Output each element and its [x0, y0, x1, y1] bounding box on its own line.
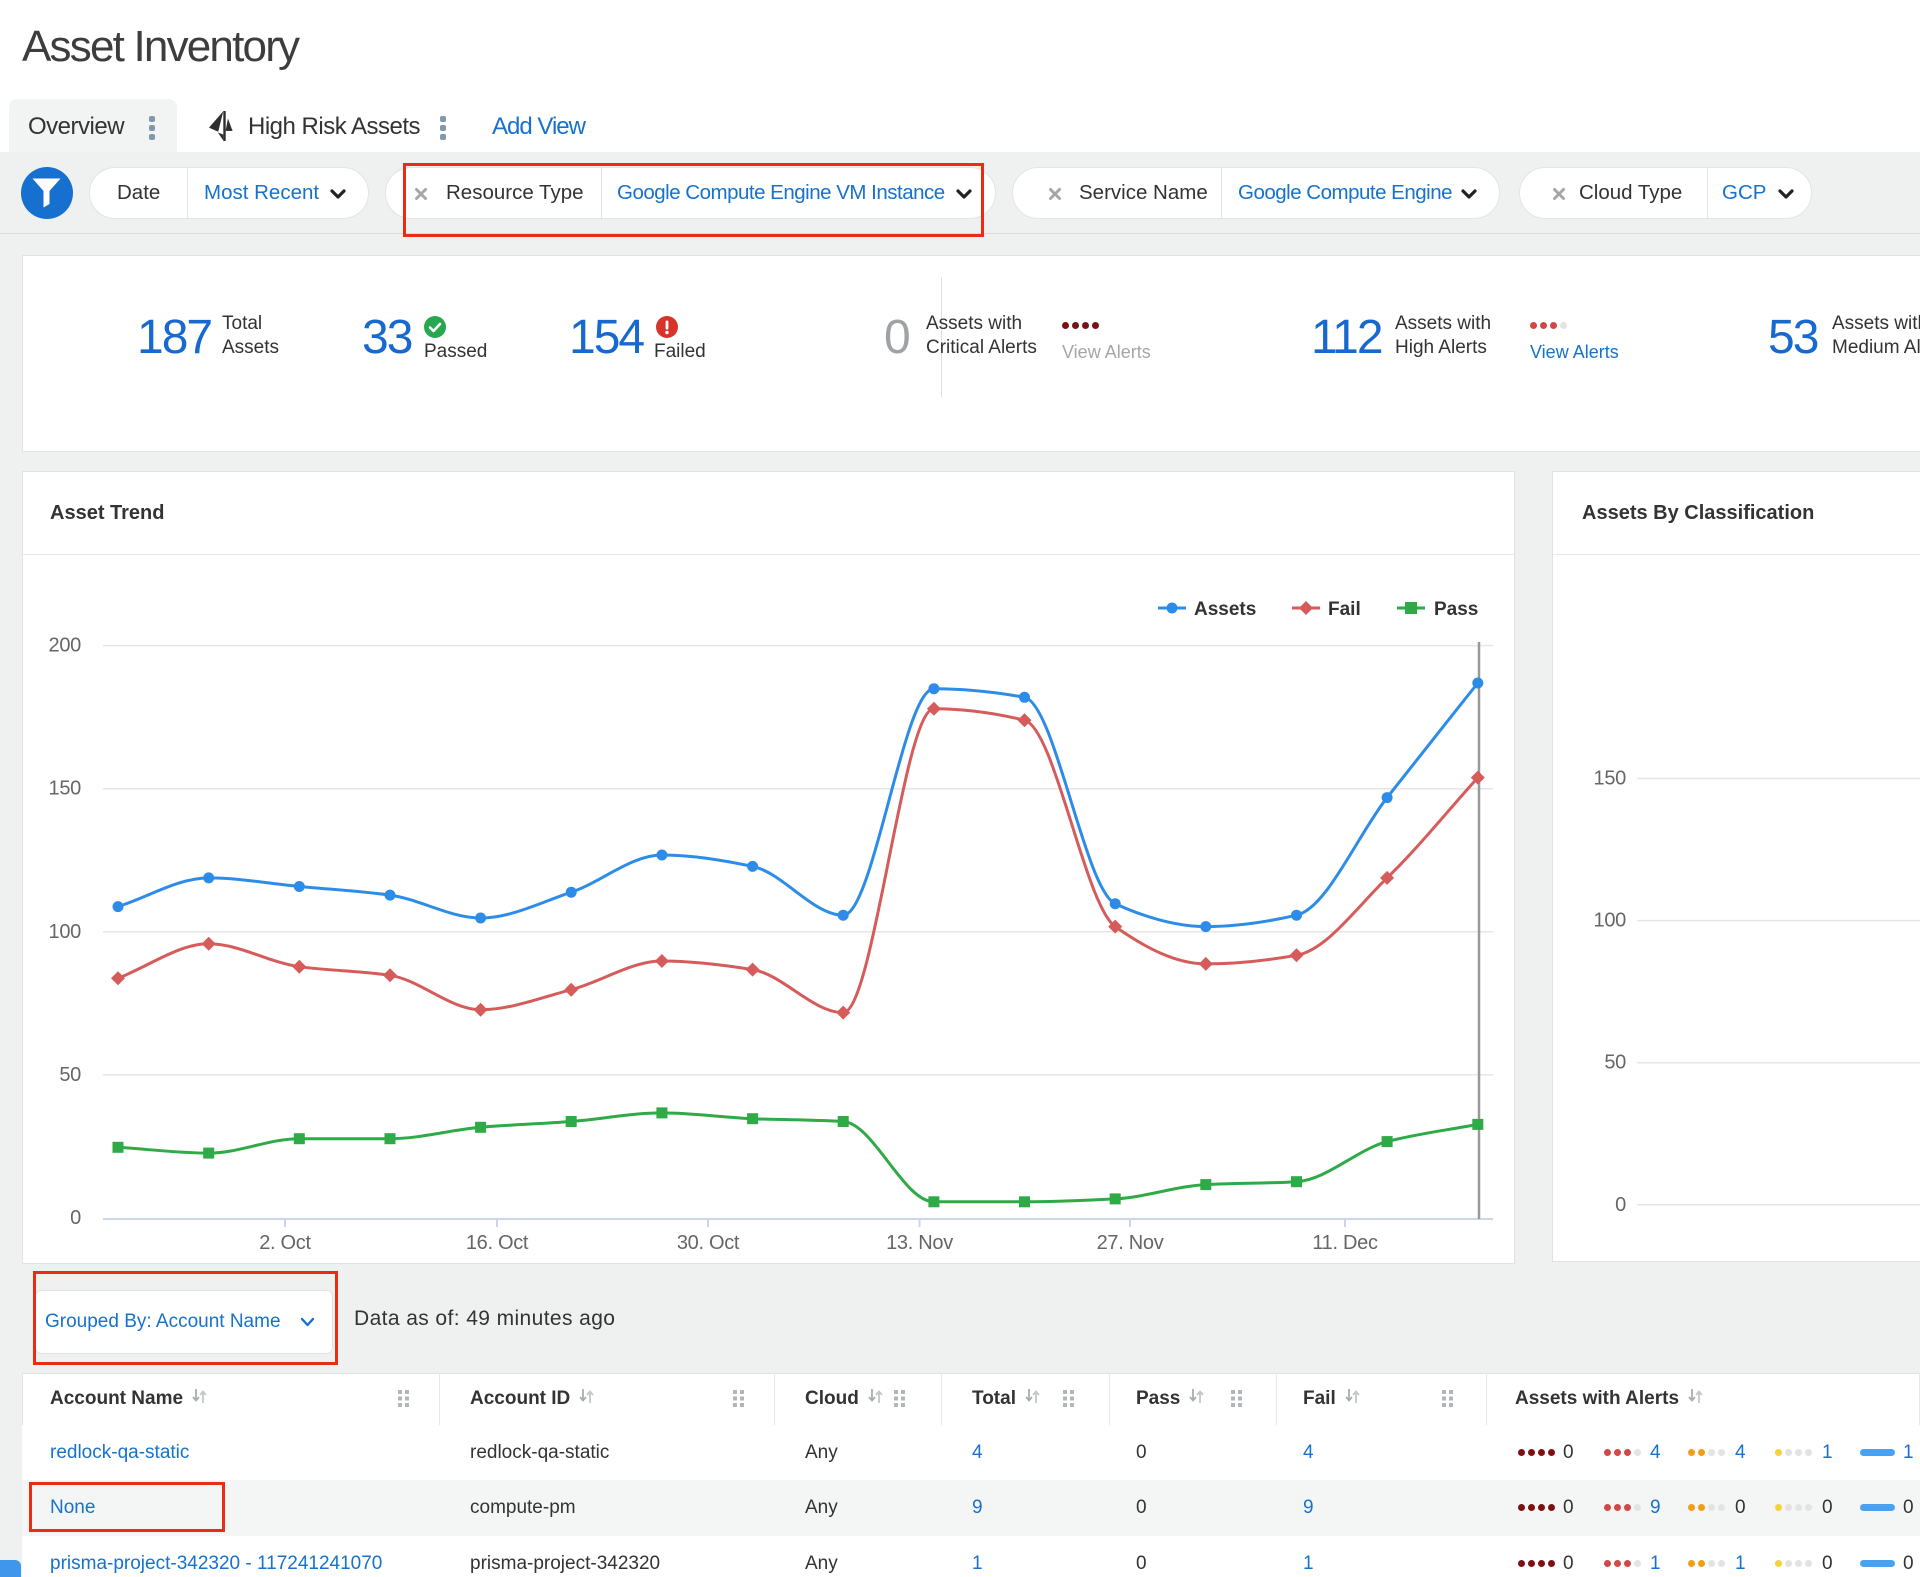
svg-text:0: 0: [1615, 1194, 1626, 1216]
svg-text:Fail: Fail: [1328, 599, 1361, 620]
svg-text:100: 100: [1594, 910, 1627, 932]
svg-text:200: 200: [49, 635, 82, 657]
svg-text:150: 150: [49, 778, 82, 800]
svg-text:150: 150: [1594, 768, 1627, 790]
svg-text:13. Nov: 13. Nov: [886, 1232, 953, 1254]
svg-text:2. Oct: 2. Oct: [259, 1232, 311, 1254]
svg-text:Assets: Assets: [1194, 599, 1256, 620]
svg-text:27. Nov: 27. Nov: [1097, 1232, 1164, 1254]
svg-text:11. Dec: 11. Dec: [1312, 1232, 1378, 1254]
svg-text:50: 50: [1604, 1052, 1626, 1074]
svg-text:30. Oct: 30. Oct: [677, 1232, 740, 1254]
svg-text:100: 100: [49, 921, 82, 943]
svg-text:50: 50: [59, 1064, 81, 1086]
svg-text:0: 0: [70, 1207, 81, 1229]
svg-text:16. Oct: 16. Oct: [466, 1232, 529, 1254]
svg-text:Pass: Pass: [1434, 599, 1478, 620]
